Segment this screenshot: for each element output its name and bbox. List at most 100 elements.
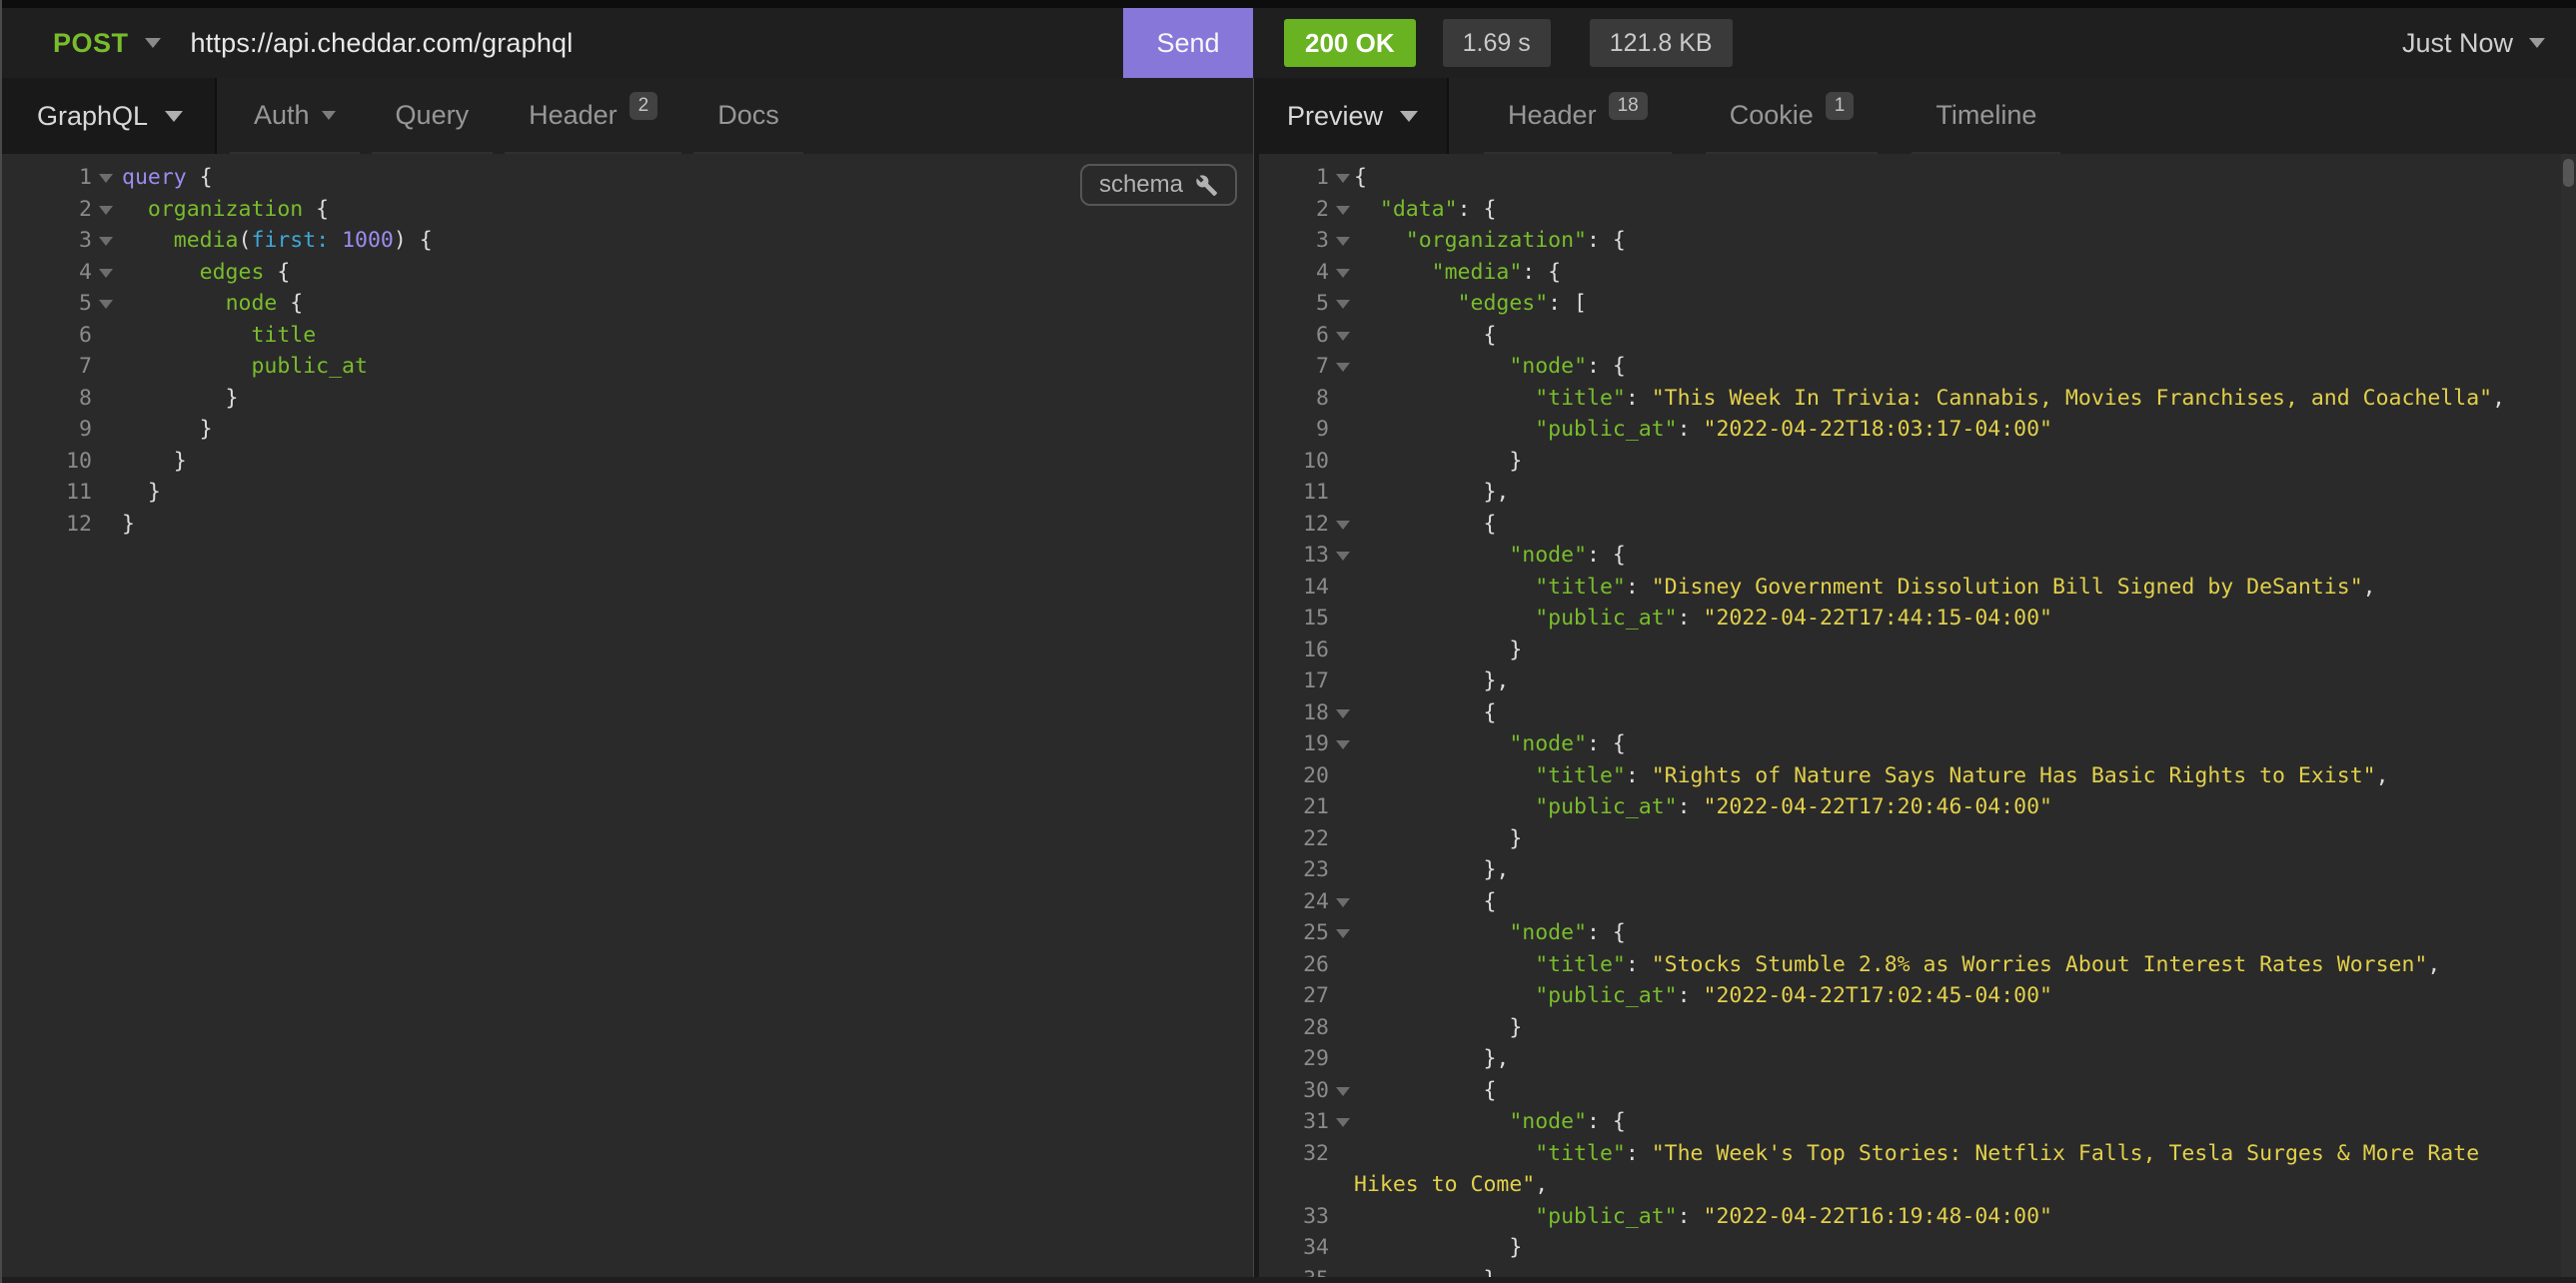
code-text: "public_at": "2022-04-22T17:44:15-04:00"	[1354, 603, 2576, 635]
http-method-dropdown[interactable]: POST	[53, 28, 129, 59]
code-text: },	[1354, 665, 2576, 697]
line-number: 27	[1259, 980, 1329, 1012]
line-number: 24	[1259, 886, 1329, 918]
fold-gutter	[92, 351, 122, 383]
preview-mode-dropdown[interactable]: Preview	[1259, 78, 1449, 154]
fold-toggle-icon[interactable]	[1329, 194, 1354, 226]
fold-toggle-icon[interactable]	[1329, 886, 1354, 918]
code-line: 8 }	[0, 383, 1253, 415]
line-number: 7	[1259, 351, 1329, 383]
code-line: 10 }	[1259, 446, 2576, 478]
fold-gutter	[1329, 1012, 1354, 1044]
fold-gutter	[92, 414, 122, 446]
line-number: 13	[1259, 540, 1329, 572]
code-line: 11 }	[0, 477, 1253, 509]
code-text: Hikes to Come",	[1354, 1169, 2576, 1201]
code-text: }	[1354, 823, 2576, 855]
fold-toggle-icon[interactable]	[1329, 351, 1354, 383]
tab-timeline[interactable]: Timeline	[1912, 78, 2060, 154]
code-text: "edges": [	[1354, 288, 2576, 320]
fold-toggle-icon[interactable]	[1329, 257, 1354, 289]
code-text: }	[122, 383, 1253, 415]
fold-toggle-icon[interactable]	[1329, 162, 1354, 194]
line-number: 25	[1259, 917, 1329, 949]
fold-toggle-icon[interactable]	[92, 288, 122, 320]
line-number: 26	[1259, 949, 1329, 981]
tab-header[interactable]: Header 2	[505, 78, 681, 154]
fold-toggle-icon[interactable]	[1329, 1106, 1354, 1138]
fold-toggle-icon[interactable]	[1329, 288, 1354, 320]
code-line: 12 {	[1259, 509, 2576, 541]
code-line: 33 "public_at": "2022-04-22T16:19:48-04:…	[1259, 1201, 2576, 1233]
fold-toggle-icon[interactable]	[1329, 320, 1354, 352]
code-text: }	[122, 509, 1253, 541]
line-number: 10	[0, 446, 92, 478]
code-line: 14 "title": "Disney Government Dissoluti…	[1259, 572, 2576, 604]
line-number: 10	[1259, 446, 1329, 478]
fold-gutter	[1329, 665, 1354, 697]
send-button[interactable]: Send	[1123, 8, 1253, 78]
fold-toggle-icon[interactable]	[92, 162, 122, 194]
line-number: 18	[1259, 697, 1329, 729]
tab-cookie[interactable]: Cookie 1	[1706, 78, 1879, 154]
request-tabs: Auth Query Header 2 Docs	[230, 78, 803, 154]
fold-toggle-icon[interactable]	[1329, 1075, 1354, 1107]
body-type-dropdown[interactable]: GraphQL	[0, 78, 217, 154]
code-line: 19 "node": {	[1259, 728, 2576, 760]
code-line: 15 "public_at": "2022-04-22T17:44:15-04:…	[1259, 603, 2576, 635]
window-left-border	[0, 0, 2, 1283]
line-number: 17	[1259, 665, 1329, 697]
url-input[interactable]: https://api.cheddar.com/graphql	[191, 28, 574, 59]
line-number: 30	[1259, 1075, 1329, 1107]
line-number: 20	[1259, 760, 1329, 792]
code-line: 12}	[0, 509, 1253, 541]
tab-docs[interactable]: Docs	[693, 78, 803, 154]
line-number: 9	[0, 414, 92, 446]
window-bottom-border	[0, 1277, 2576, 1283]
line-number	[1259, 1169, 1329, 1201]
fold-toggle-icon[interactable]	[92, 257, 122, 289]
fold-gutter	[1329, 1169, 1354, 1201]
line-number: 8	[1259, 383, 1329, 415]
response-history-dropdown[interactable]: Just Now	[2402, 28, 2545, 59]
fold-toggle-icon[interactable]	[92, 225, 122, 257]
graphql-query-editor[interactable]: schema 1query {2 organization {3 media(f…	[0, 154, 1253, 1283]
code-text: "public_at": "2022-04-22T17:20:46-04:00"	[1354, 791, 2576, 823]
line-number: 2	[1259, 194, 1329, 226]
response-json-viewer[interactable]: 1{2 "data": {3 "organization": {4 "media…	[1259, 154, 2576, 1283]
scrollbar-thumb[interactable]	[2563, 159, 2574, 187]
tab-query[interactable]: Query	[372, 78, 494, 154]
code-line: 1{	[1259, 162, 2576, 194]
request-tabbar: GraphQL Auth Query Header 2 Docs	[0, 78, 1253, 154]
schema-button[interactable]: schema	[1080, 164, 1237, 206]
tab-auth-label: Auth	[254, 100, 310, 131]
fold-toggle-icon[interactable]	[1329, 697, 1354, 729]
code-text: "node": {	[1354, 351, 2576, 383]
fold-toggle-icon[interactable]	[92, 194, 122, 226]
scrollbar-track[interactable]	[2561, 154, 2576, 1283]
code-text: "title": "Disney Government Dissolution …	[1354, 572, 2576, 604]
fold-toggle-icon[interactable]	[1329, 225, 1354, 257]
code-line: 7 public_at	[0, 351, 1253, 383]
fold-gutter	[92, 320, 122, 352]
code-line: 4 edges {	[0, 257, 1253, 289]
fold-toggle-icon[interactable]	[1329, 509, 1354, 541]
fold-toggle-icon[interactable]	[1329, 540, 1354, 572]
code-line: 5 "edges": [	[1259, 288, 2576, 320]
code-text: node {	[122, 288, 1253, 320]
code-line: 9 "public_at": "2022-04-22T18:03:17-04:0…	[1259, 414, 2576, 446]
code-line: 2 organization {	[0, 194, 1253, 226]
code-line: 34 }	[1259, 1232, 2576, 1264]
fold-toggle-icon[interactable]	[1329, 728, 1354, 760]
code-text: title	[122, 320, 1253, 352]
chevron-down-icon[interactable]	[145, 38, 161, 48]
code-line: 29 },	[1259, 1043, 2576, 1075]
preview-mode-label: Preview	[1287, 101, 1383, 132]
tab-auth[interactable]: Auth	[230, 78, 360, 154]
code-text: "public_at": "2022-04-22T17:02:45-04:00"	[1354, 980, 2576, 1012]
tab-response-header[interactable]: Header 18	[1484, 78, 1672, 154]
fold-toggle-icon[interactable]	[1329, 917, 1354, 949]
code-line: 18 {	[1259, 697, 2576, 729]
tab-timeline-label: Timeline	[1935, 100, 2036, 131]
code-line: 25 "node": {	[1259, 917, 2576, 949]
